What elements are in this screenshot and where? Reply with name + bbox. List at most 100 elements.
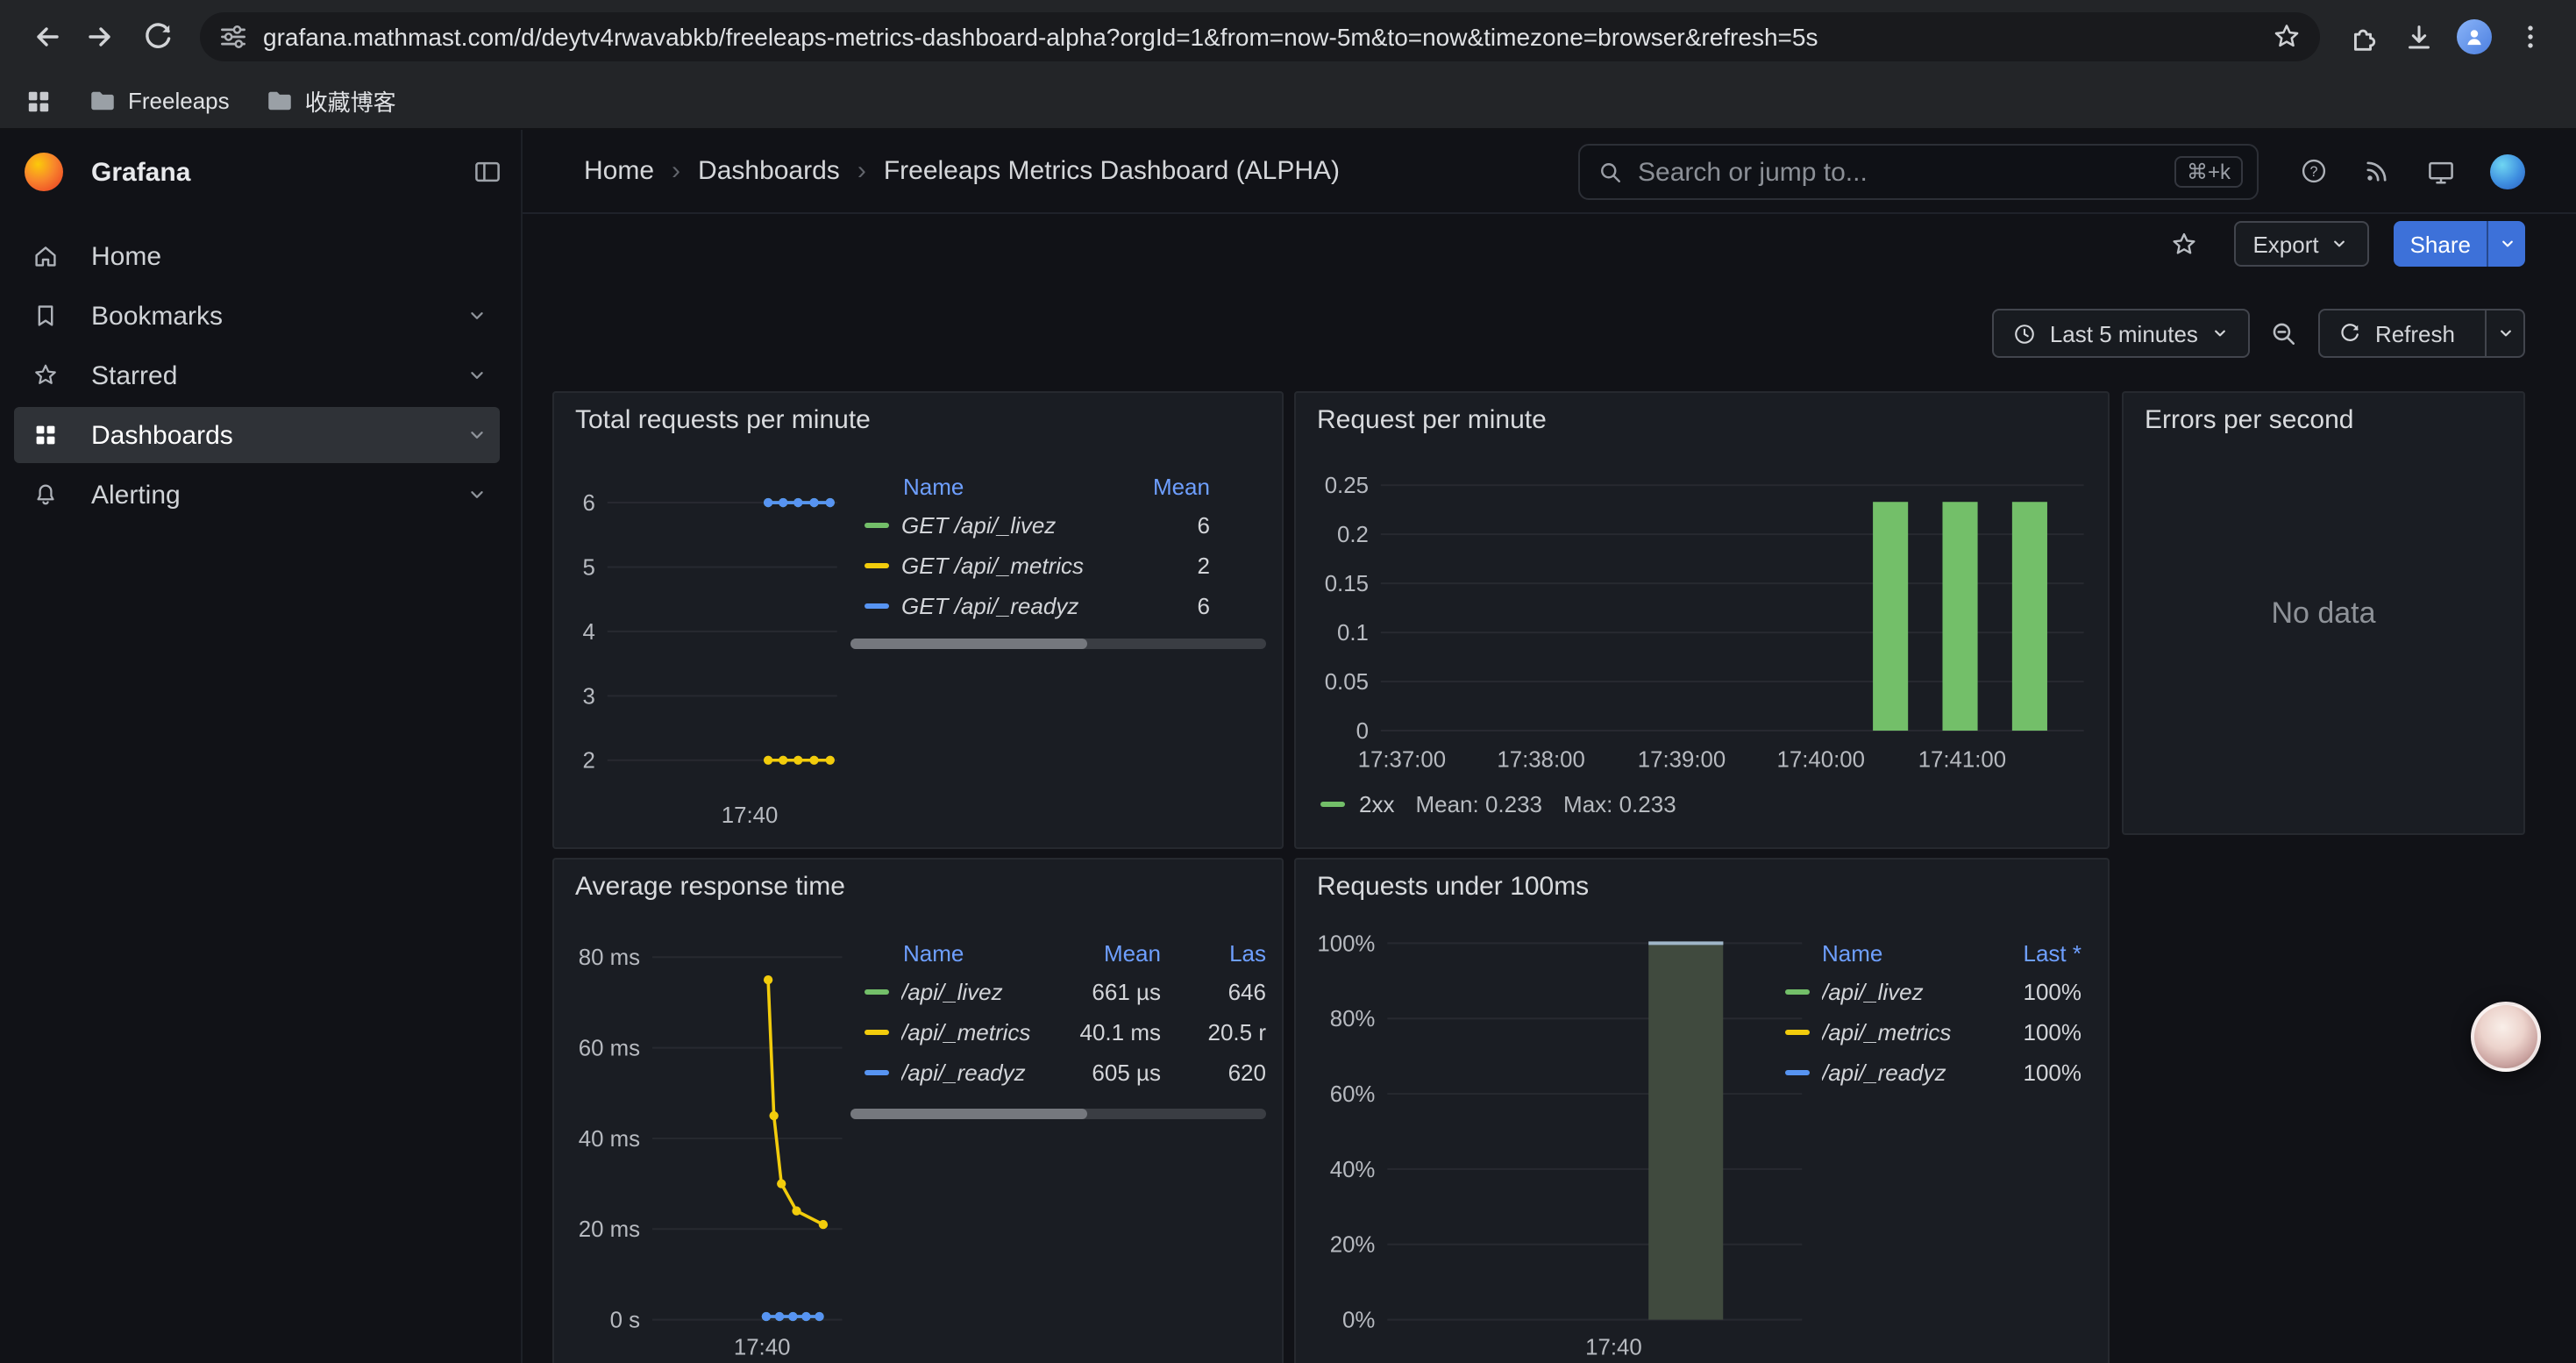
chevron-down-icon[interactable] bbox=[465, 482, 489, 507]
svg-text:0 s: 0 s bbox=[610, 1309, 640, 1333]
refresh-main-button[interactable]: Refresh bbox=[2321, 310, 2473, 356]
time-range-picker[interactable]: Last 5 minutes bbox=[1992, 309, 2251, 358]
series-mean: 2 bbox=[1105, 553, 1210, 579]
legend-header-name[interactable]: Name bbox=[903, 473, 1105, 499]
browser-menu-icon[interactable] bbox=[2502, 9, 2558, 65]
series-dash bbox=[865, 603, 889, 609]
legend-row[interactable]: GET /api/_readyz 6 bbox=[850, 586, 1210, 626]
bookmark-item[interactable]: 收藏博客 bbox=[265, 84, 396, 118]
legend-inline[interactable]: 2xx Mean: 0.233 Max: 0.233 bbox=[1320, 791, 1676, 817]
search-box[interactable]: ⌘+k bbox=[1578, 144, 2259, 200]
panel-average-response-time: Average response time 0 s20 ms40 ms60 ms… bbox=[552, 858, 1284, 1363]
grafana-brand[interactable]: Grafana bbox=[0, 130, 521, 214]
zoom-out-icon[interactable] bbox=[2270, 318, 2300, 348]
svg-text:0.15: 0.15 bbox=[1325, 572, 1369, 596]
chevron-down-icon[interactable] bbox=[465, 303, 489, 328]
floating-widget-avatar[interactable] bbox=[2471, 1002, 2541, 1072]
legend-row[interactable]: GET /api/_metrics 2 bbox=[850, 546, 1210, 586]
sidebar-item-alerting[interactable]: Alerting bbox=[14, 467, 500, 523]
bookmarks-bar: Freeleaps 收藏博客 bbox=[0, 74, 2576, 130]
legend-row[interactable]: /api/_readyz 100% bbox=[1782, 1053, 2081, 1093]
legend-scrollbar[interactable] bbox=[850, 639, 1266, 649]
help-icon[interactable]: ? bbox=[2299, 156, 2329, 186]
bookmark-item[interactable]: Freeleaps bbox=[88, 86, 230, 116]
news-rss-icon[interactable] bbox=[2362, 156, 2392, 186]
reload-icon[interactable] bbox=[130, 9, 186, 65]
sidebar-item-home[interactable]: Home bbox=[14, 228, 500, 284]
series-last: 100% bbox=[1994, 979, 2081, 1005]
back-icon[interactable] bbox=[18, 9, 74, 65]
sidebar-collapse-icon[interactable] bbox=[472, 156, 503, 188]
profile-avatar[interactable] bbox=[2446, 9, 2502, 65]
forward-icon[interactable] bbox=[74, 9, 130, 65]
sidebar-item-label: Alerting bbox=[91, 480, 181, 510]
search-shortcut-badge: ⌘+k bbox=[2174, 156, 2243, 188]
grafana-sidebar: Grafana Home Bookmarks Starred bbox=[0, 130, 523, 1363]
legend-header-last[interactable]: Las bbox=[1161, 939, 1266, 966]
panel-title[interactable]: Errors per second bbox=[2145, 405, 2353, 435]
legend-row[interactable]: /api/_livez 100% bbox=[1782, 972, 2081, 1012]
legend-row[interactable]: /api/_livez 661 µs 646 bbox=[850, 972, 1266, 1012]
export-button[interactable]: Export bbox=[2233, 221, 2369, 267]
series-dash bbox=[865, 1070, 889, 1075]
series-dash bbox=[865, 989, 889, 995]
legend-header-last[interactable]: Last * bbox=[1994, 939, 2081, 966]
breadcrumb-home[interactable]: Home bbox=[584, 156, 654, 186]
share-dropdown-button[interactable] bbox=[2487, 221, 2525, 267]
svg-text:17:40: 17:40 bbox=[1585, 1335, 1642, 1359]
request-per-minute-chart[interactable]: 00.050.10.150.20.2517:37:0017:38:0017:39… bbox=[1296, 393, 2108, 847]
bell-icon bbox=[32, 481, 60, 509]
panel-title[interactable]: Total requests per minute bbox=[575, 405, 871, 435]
user-avatar[interactable] bbox=[2490, 153, 2525, 189]
legend-row[interactable]: /api/_readyz 605 µs 620 bbox=[850, 1053, 1266, 1093]
chevron-down-icon[interactable] bbox=[465, 363, 489, 388]
chevron-down-icon[interactable] bbox=[465, 423, 489, 447]
series-name: GET /api/_readyz bbox=[901, 593, 1105, 619]
chevron-down-icon bbox=[2494, 323, 2516, 344]
download-icon[interactable] bbox=[2390, 9, 2446, 65]
grafana-main: Home › Dashboards › Freeleaps Metrics Da… bbox=[523, 130, 2576, 1363]
legend-header-name[interactable]: Name bbox=[903, 939, 1052, 966]
breadcrumb-dashboards[interactable]: Dashboards bbox=[698, 156, 840, 186]
grafana-header: Home › Dashboards › Freeleaps Metrics Da… bbox=[523, 130, 2576, 214]
panel-total-requests: Total requests per minute 2345617:40 Nam… bbox=[552, 391, 1284, 849]
legend-row[interactable]: GET /api/_livez 6 bbox=[850, 505, 1210, 546]
series-name: /api/_readyz bbox=[1822, 1060, 1994, 1086]
omnibox[interactable]: grafana.mathmast.com/d/deytv4rwavabkb/fr… bbox=[200, 12, 2320, 61]
search-input[interactable] bbox=[1638, 157, 2160, 187]
panel-title[interactable]: Requests under 100ms bbox=[1317, 872, 1589, 902]
sidebar-item-label: Bookmarks bbox=[91, 301, 223, 331]
sidebar-item-label: Home bbox=[91, 241, 161, 271]
folder-icon bbox=[265, 86, 295, 116]
legend-header-mean[interactable]: Mean bbox=[1105, 473, 1210, 499]
legend-table: Name Last * /api/_livez 100% /api/_metri… bbox=[1782, 933, 2090, 1093]
svg-text:60%: 60% bbox=[1330, 1082, 1376, 1107]
sidebar-item-bookmarks[interactable]: Bookmarks bbox=[14, 288, 500, 344]
legend-row[interactable]: /api/_metrics 100% bbox=[1782, 1012, 2081, 1053]
series-last: 20.5 r bbox=[1161, 1019, 1266, 1045]
favorite-star-icon[interactable] bbox=[2168, 229, 2198, 259]
legend-header-name[interactable]: Name bbox=[1822, 939, 1994, 966]
series-dash bbox=[865, 1030, 889, 1035]
panel-title[interactable]: Average response time bbox=[575, 872, 845, 902]
panel-title[interactable]: Request per minute bbox=[1317, 405, 1547, 435]
legend-header-mean[interactable]: Mean bbox=[1052, 939, 1161, 966]
site-settings-icon[interactable] bbox=[217, 21, 249, 53]
extensions-icon[interactable] bbox=[2334, 9, 2390, 65]
monitor-icon[interactable] bbox=[2425, 155, 2457, 187]
svg-text:80 ms: 80 ms bbox=[579, 946, 640, 970]
series-mean: Mean: 0.233 bbox=[1415, 791, 1542, 817]
svg-text:17:40:00: 17:40:00 bbox=[1777, 748, 1865, 773]
url-text[interactable]: grafana.mathmast.com/d/deytv4rwavabkb/fr… bbox=[263, 23, 2271, 51]
refresh-interval-dropdown[interactable] bbox=[2485, 310, 2523, 356]
bookmark-star-icon[interactable] bbox=[2271, 21, 2302, 53]
legend-scrollbar[interactable] bbox=[850, 1109, 1266, 1119]
series-name: /api/_readyz bbox=[901, 1060, 1052, 1086]
series-dash bbox=[1785, 1030, 1810, 1035]
apps-grid-icon[interactable] bbox=[25, 87, 53, 115]
svg-text:2: 2 bbox=[582, 749, 594, 774]
sidebar-item-starred[interactable]: Starred bbox=[14, 347, 500, 403]
share-main-button[interactable]: Share bbox=[2395, 221, 2487, 267]
sidebar-item-dashboards[interactable]: Dashboards bbox=[14, 407, 500, 463]
legend-row[interactable]: /api/_metrics 40.1 ms 20.5 r bbox=[850, 1012, 1266, 1053]
